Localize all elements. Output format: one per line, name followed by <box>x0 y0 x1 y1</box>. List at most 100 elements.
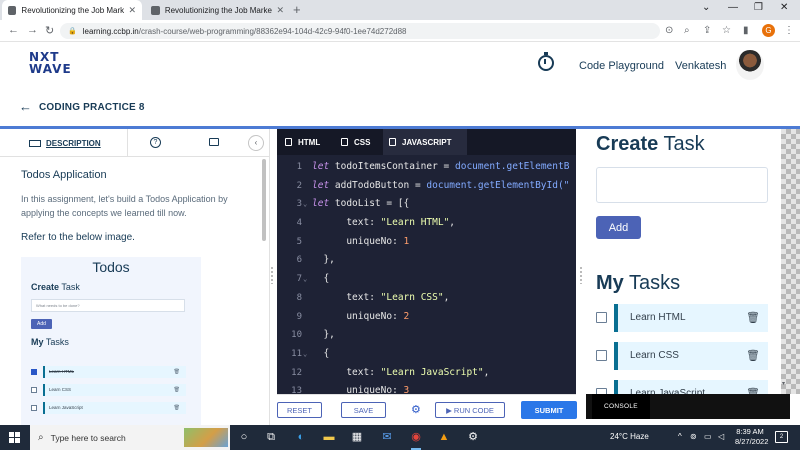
tab-description[interactable]: DESCRIPTION <box>29 139 101 148</box>
network-icon[interactable]: ⊚ <box>690 432 697 441</box>
save-button[interactable]: SAVE <box>341 402 386 418</box>
side-panel-icon[interactable]: ▮ <box>743 25 749 36</box>
notification-icon[interactable]: 2 <box>775 431 788 443</box>
screen: Revolutionizing the Job Market | ✕ Revol… <box>0 0 800 450</box>
submit-button[interactable]: SUBMIT <box>521 401 577 419</box>
edge-icon[interactable]: ◐ <box>294 430 308 444</box>
refer-text: Refer to the below image. <box>21 232 135 243</box>
task-view-icon[interactable]: ⧉ <box>264 430 278 444</box>
code-playground-link[interactable]: Code Playground <box>579 60 664 72</box>
code-line: 1 let todoItemsContainer = document.getEl… <box>296 161 570 172</box>
preview-task-item: Learn JavaScript 🗑 <box>31 402 186 414</box>
add-button[interactable]: Add <box>596 216 641 239</box>
user-avatar[interactable] <box>736 50 764 80</box>
new-tab-icon[interactable]: + <box>293 2 301 17</box>
system-clock[interactable]: 8:39 AM 8/27/2022 <box>735 427 768 447</box>
windows-start-icon[interactable] <box>9 432 20 443</box>
javascript-file-icon <box>389 138 396 146</box>
profile-avatar[interactable]: G <box>762 24 775 37</box>
close-tab-icon[interactable]: ✕ <box>128 5 136 16</box>
left-splitter-handle[interactable] <box>271 266 273 284</box>
reference-image: Todos Create Task What needs to be done?… <box>21 257 201 425</box>
code-line: 12 text: "Learn JavaScript", <box>291 366 490 378</box>
my-tasks-heading: My Tasks <box>596 272 681 294</box>
preview-delete-icon: 🗑 <box>173 405 180 411</box>
site-favicon-icon <box>8 5 17 15</box>
discussion-icon[interactable] <box>209 138 219 146</box>
menu-kebab-icon[interactable]: ⋮ <box>784 25 794 36</box>
file-explorer-icon[interactable]: ▬ <box>322 430 336 444</box>
chrome-icon[interactable]: ◉ <box>409 430 423 450</box>
preview-checkbox <box>31 405 37 411</box>
code-line: 6 }, <box>296 254 335 266</box>
delete-icon[interactable]: 🗑 <box>746 304 760 332</box>
search-highlight-image <box>184 428 228 447</box>
minimize-icon[interactable]: — <box>728 2 738 13</box>
settings-icon[interactable]: ⚙ <box>466 430 480 444</box>
url-domain: learning.ccbp.in <box>82 26 139 36</box>
code-line: 11 ⌄ { <box>277 345 576 364</box>
weather-widget[interactable]: 24°C Haze <box>610 432 649 441</box>
preview-create-heading: Create Task <box>31 282 80 292</box>
section-heading: Todos Application <box>21 169 107 181</box>
battery-icon[interactable]: ▭ <box>704 432 712 441</box>
back-icon[interactable]: ← <box>8 24 19 36</box>
cortana-icon[interactable]: ○ <box>237 430 251 444</box>
reset-button[interactable]: RESET <box>277 402 322 418</box>
browser-tab[interactable]: Revolutionizing the Job Market | ✕ <box>145 0 290 20</box>
task-label: Learn HTML <box>614 304 768 332</box>
volume-icon[interactable]: ◁ <box>718 432 724 441</box>
settings-gear-icon[interactable]: ⚙ <box>411 403 421 416</box>
editor-tabs: HTML CSS JAVASCRIPT <box>277 129 576 155</box>
description-text: In this assignment, let's build a Todos … <box>21 194 228 218</box>
tab-search-chevron-icon[interactable]: ⌄ <box>702 2 710 13</box>
url-path: /crash-course/web-programming/88362e94-1… <box>138 26 407 36</box>
code-lines[interactable]: 1 let todoItemsContainer = document.getEl… <box>277 158 576 394</box>
tab-javascript[interactable]: JAVASCRIPT <box>383 129 467 155</box>
task-item: Learn JavaScript 🗑 <box>596 380 768 394</box>
logo-line-2: WAVE <box>29 62 72 76</box>
bookmark-star-icon[interactable]: ☆ <box>722 25 731 36</box>
search-placeholder: Type here to search <box>50 432 126 443</box>
maximize-icon[interactable]: ❐ <box>754 2 763 13</box>
collapse-panel-icon[interactable]: ‹ <box>248 135 264 151</box>
console-tab[interactable]: CONSOLE <box>592 394 650 419</box>
task-checkbox[interactable] <box>596 350 607 361</box>
forward-icon[interactable]: → <box>27 24 38 36</box>
delete-icon[interactable]: 🗑 <box>746 380 760 394</box>
back-arrow-icon[interactable]: ← <box>19 99 32 114</box>
tray-chevron-icon[interactable]: ^ <box>678 432 682 441</box>
nxtwave-logo[interactable]: NXT WAVE <box>29 51 72 75</box>
google-lens-icon[interactable]: ⊙ <box>665 25 673 36</box>
tab-description-label: DESCRIPTION <box>46 139 101 148</box>
mail-icon[interactable]: ✉ <box>380 430 394 444</box>
address-bar[interactable]: 🔒 learning.ccbp.in/crash-course/web-prog… <box>60 23 660 39</box>
description-panel: DESCRIPTION ? ‹ Todos Application In thi… <box>0 129 270 425</box>
browser-tab-active[interactable]: Revolutionizing the Job Market | ✕ <box>2 0 142 20</box>
zoom-icon[interactable]: ⌕ <box>684 25 690 36</box>
code-line: 2 let addTodoButton = document.getElement… <box>296 179 570 191</box>
panel-scrollbar[interactable] <box>262 159 266 241</box>
preview-input: What needs to be done? <box>31 299 185 312</box>
stopwatch-icon[interactable] <box>538 52 554 71</box>
scroll-down-icon[interactable]: ▾ <box>782 380 789 392</box>
todo-input[interactable] <box>596 167 768 203</box>
taskbar-search[interactable]: ⌕ Type here to search <box>30 425 230 450</box>
task-checkbox[interactable] <box>596 312 607 323</box>
question-icon[interactable]: ? <box>150 137 161 148</box>
tab-html[interactable]: HTML <box>279 129 326 155</box>
reload-icon[interactable]: ↻ <box>45 24 54 37</box>
user-name[interactable]: Venkatesh <box>675 60 726 72</box>
tab-css[interactable]: CSS <box>335 129 376 155</box>
window-close-icon[interactable]: ✕ <box>780 2 788 13</box>
share-icon[interactable]: ⇪ <box>703 25 711 36</box>
delete-icon[interactable]: 🗑 <box>746 342 760 370</box>
store-icon[interactable]: ▦ <box>350 430 364 444</box>
run-code-button[interactable]: ▶ RUN CODE <box>435 402 505 418</box>
close-tab-icon[interactable]: ✕ <box>276 5 284 16</box>
vlc-icon[interactable]: ▲ <box>437 430 451 444</box>
code-line: 4 text: "Learn HTML", <box>296 217 456 229</box>
right-splitter-handle[interactable] <box>580 266 582 284</box>
code-editor[interactable]: HTML CSS JAVASCRIPT 1 let todoItemsContai… <box>277 129 576 394</box>
preview-task-item: Learn HTML 🗑 <box>31 366 186 378</box>
